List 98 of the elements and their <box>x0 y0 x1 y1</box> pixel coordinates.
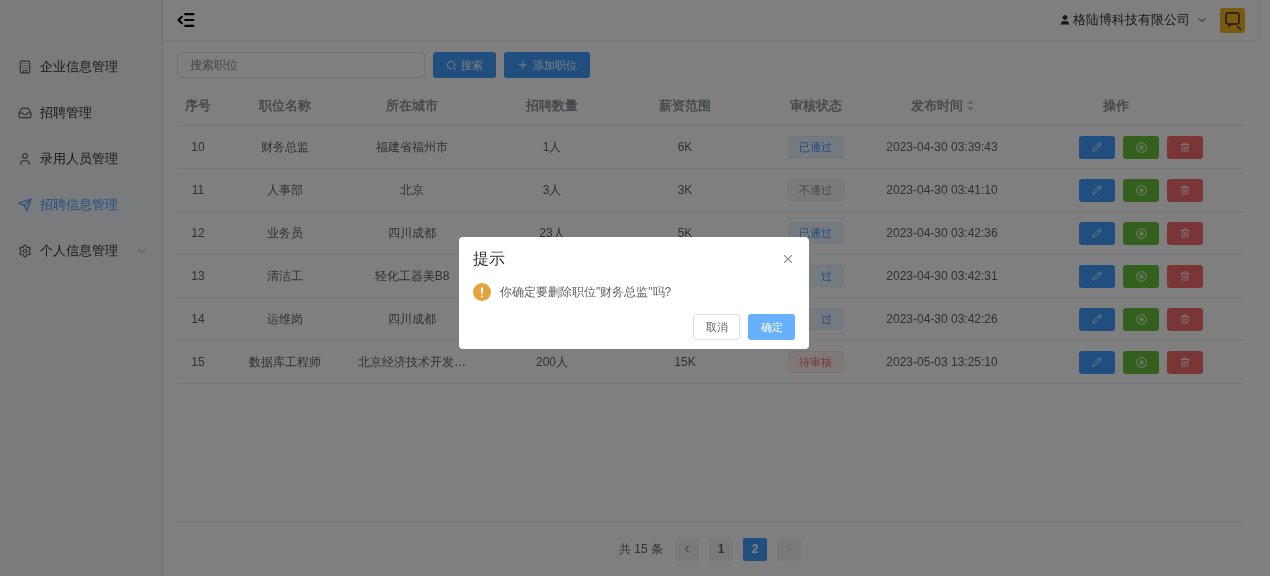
page-button[interactable]: 2 <box>743 537 767 561</box>
dialog-title: 提示 <box>473 249 505 269</box>
table-cell-text: 人事部 <box>267 182 303 199</box>
table-cell-text: 北京 <box>400 182 424 199</box>
sidebar-item[interactable]: 招聘信息管理 <box>0 182 162 228</box>
table-cell-text: 四川成都 <box>388 311 436 328</box>
total-count: 共 15 条 <box>619 541 663 558</box>
edit-button[interactable] <box>1079 350 1115 374</box>
close-icon[interactable] <box>781 252 795 266</box>
pencil-icon <box>1092 357 1102 367</box>
sidebar-item[interactable]: 招聘管理 <box>0 90 162 136</box>
delete-button[interactable] <box>1167 221 1203 245</box>
page-button[interactable]: 1 <box>709 537 733 561</box>
search-icon <box>446 59 457 71</box>
table-cell-text: 5K <box>677 225 693 242</box>
table-cell-text: 200人 <box>536 354 568 371</box>
table-cell-text: 15 <box>191 354 205 371</box>
table-cell-text: 清洁工 <box>267 268 303 285</box>
list-circle-icon <box>1135 141 1147 153</box>
table-cell-text: 11 <box>191 182 205 199</box>
sidebar-item[interactable]: 录用人员管理 <box>0 136 162 182</box>
plus-icon <box>517 59 529 71</box>
delete-button[interactable] <box>1167 264 1203 288</box>
list-circle-icon <box>1135 227 1147 239</box>
table-cell-text: 2023-04-30 03:42:31 <box>886 268 998 285</box>
table-cell-text: 北京经济技术开发… <box>358 354 466 371</box>
table-cell-text: 轻化工器美B8 <box>374 268 450 285</box>
table-cell-text: 1人 <box>542 139 562 156</box>
prev-page-button[interactable] <box>675 537 699 561</box>
pencil-icon <box>1092 228 1102 238</box>
dialog-message: 你确定要删除职位"财务总监"吗? <box>500 284 672 301</box>
view-button[interactable] <box>1123 264 1159 288</box>
list-circle-icon <box>1135 270 1147 282</box>
table-cell-text: 福建省福州市 <box>376 139 448 156</box>
trash-icon <box>1180 271 1190 281</box>
table-cell-text: 2023-04-30 03:42:36 <box>886 225 998 242</box>
trash-icon <box>1180 314 1190 324</box>
status-tag: 待审核 <box>788 351 844 373</box>
table-cell-text: 业务员 <box>267 225 303 242</box>
building-icon <box>18 60 32 74</box>
list-circle-icon <box>1135 313 1147 325</box>
menu-icon[interactable] <box>176 10 196 30</box>
paper-plane-icon <box>18 198 32 212</box>
table-cell-text: 运维岗 <box>267 311 303 328</box>
view-button[interactable] <box>1123 350 1159 374</box>
delete-button[interactable] <box>1167 135 1203 159</box>
pencil-icon <box>1092 185 1102 195</box>
trash-icon <box>1180 357 1190 367</box>
sort-icon[interactable] <box>966 100 974 111</box>
table-cell-text: 12 <box>191 225 205 242</box>
view-button[interactable] <box>1123 178 1159 202</box>
pencil-icon <box>1092 314 1102 324</box>
table-cell-text: 14 <box>191 311 205 328</box>
edit-button[interactable] <box>1079 264 1115 288</box>
warning-icon <box>473 283 491 301</box>
user-icon <box>18 152 32 166</box>
edit-button[interactable] <box>1079 135 1115 159</box>
delete-button[interactable] <box>1167 178 1203 202</box>
table-cell-text: 2023-04-30 03:41:10 <box>886 182 998 199</box>
table-cell-text: 3K <box>677 182 693 199</box>
user-menu[interactable]: 格陆博科技有限公司 <box>1059 10 1208 30</box>
edit-button[interactable] <box>1079 307 1115 331</box>
confirm-button[interactable]: 确定 <box>748 314 795 340</box>
user-icon <box>1059 14 1071 26</box>
sidebar-item[interactable]: 企业信息管理 <box>0 44 162 90</box>
view-button[interactable] <box>1123 221 1159 245</box>
trash-icon <box>1180 185 1190 195</box>
table-cell-text: 15K <box>674 354 696 371</box>
list-circle-icon <box>1135 356 1147 368</box>
edit-button[interactable] <box>1079 178 1115 202</box>
avatar-icon[interactable] <box>1220 7 1245 33</box>
table-cell-text: 四川成都 <box>388 225 436 242</box>
delete-button[interactable] <box>1167 307 1203 331</box>
table-cell-text: 2023-04-30 03:39:43 <box>886 139 998 156</box>
table-cell-text: 2023-05-03 13:25:10 <box>886 354 998 371</box>
status-tag: 已通过 <box>788 136 844 158</box>
settings-icon <box>18 244 32 258</box>
table-cell-text: 财务总监 <box>261 139 309 156</box>
inbox-icon <box>18 106 32 120</box>
trash-icon <box>1180 228 1190 238</box>
view-button[interactable] <box>1123 307 1159 331</box>
list-circle-icon <box>1135 184 1147 196</box>
table-cell-text: 数据库工程师 <box>249 354 321 371</box>
table-cell-text: 3人 <box>542 182 562 199</box>
view-button[interactable] <box>1123 135 1159 159</box>
trash-icon <box>1180 142 1190 152</box>
pencil-icon <box>1092 142 1102 152</box>
sidebar-item[interactable]: 个人信息管理 <box>0 228 162 274</box>
table-cell-text: 6K <box>677 139 693 156</box>
table-cell-text: 2023-04-30 03:42:26 <box>886 311 998 328</box>
cancel-button[interactable]: 取消 <box>693 314 740 340</box>
search-button[interactable]: 搜索 <box>433 52 496 78</box>
edit-button[interactable] <box>1079 221 1115 245</box>
table-cell-text: 13 <box>191 268 205 285</box>
table-cell-text: 10 <box>191 139 205 156</box>
delete-button[interactable] <box>1167 350 1203 374</box>
pencil-icon <box>1092 271 1102 281</box>
add-button[interactable]: 添加职位 <box>504 52 590 78</box>
